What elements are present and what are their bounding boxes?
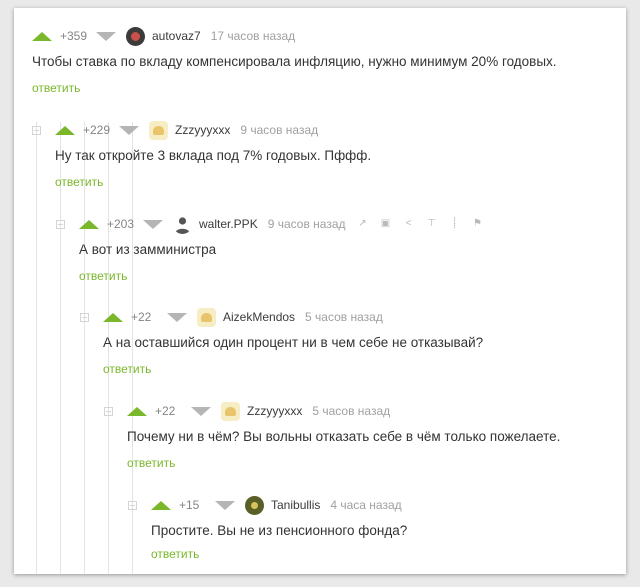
comment-time[interactable]: 5 часов назад: [305, 310, 383, 324]
collapse-toggle-icon[interactable]: [104, 406, 113, 416]
save-icon[interactable]: ▣: [381, 219, 391, 229]
collapse-toggle-icon[interactable]: [56, 219, 65, 229]
comment-text: Чтобы ставка по вкладу компенсировала ин…: [32, 54, 557, 69]
comment-rating: +22: [131, 310, 152, 324]
comment-author[interactable]: Zzzyyyxxx: [175, 123, 230, 137]
downvote-arrow-icon[interactable]: [167, 312, 187, 322]
comment-text: А на оставшийся один процент ни в чем се…: [103, 335, 484, 350]
comment-rating: +359: [60, 29, 88, 43]
share-icon[interactable]: <: [404, 219, 414, 229]
upvote-arrow-icon[interactable]: [55, 125, 75, 135]
downvote-arrow-icon[interactable]: [96, 31, 116, 41]
downvote-arrow-icon[interactable]: [191, 406, 211, 416]
comment-text: Ну так откройте 3 вклада под 7% годовых.…: [55, 148, 372, 163]
flag-icon[interactable]: ⸽: [450, 219, 460, 229]
link-icon[interactable]: ↗: [358, 219, 368, 229]
comment-author[interactable]: Tanibullis: [271, 498, 320, 512]
downvote-arrow-icon[interactable]: [215, 500, 235, 510]
comment-author[interactable]: AizekMendos: [223, 310, 295, 324]
thread-line: [60, 122, 61, 574]
upvote-arrow-icon[interactable]: [103, 312, 123, 322]
comment-time[interactable]: 4 часа назад: [330, 498, 401, 512]
comment-text: А вот из замминистра: [79, 242, 217, 257]
comment-time[interactable]: 5 часов назад: [312, 404, 390, 418]
comment-time[interactable]: 9 часов назад: [268, 217, 346, 231]
comment-author[interactable]: Zzzyyyxxx: [247, 404, 302, 418]
thread-line: [36, 122, 37, 574]
reply-link[interactable]: ответить: [55, 175, 103, 189]
thread-line: [84, 122, 85, 574]
comment-author[interactable]: walter.PPK: [199, 217, 258, 231]
avatar[interactable]: [126, 26, 145, 46]
reply-link[interactable]: ответить: [127, 456, 175, 470]
comment-time[interactable]: 17 часов назад: [211, 29, 295, 43]
comment-thread: +359 autovaz7 17 часов назад Чтобы ставк…: [14, 8, 626, 574]
upvote-arrow-icon[interactable]: [79, 219, 99, 229]
comment-text: Почему ни в чём? Вы вольны отказать себе…: [127, 429, 561, 444]
upvote-arrow-icon[interactable]: [32, 31, 52, 41]
comment-time[interactable]: 9 часов назад: [240, 123, 318, 137]
comment-rating: +203: [107, 217, 135, 231]
avatar[interactable]: [197, 307, 216, 327]
reply-link[interactable]: ответить: [79, 269, 127, 283]
report-flag-icon[interactable]: ⚑: [473, 219, 483, 229]
comment-author[interactable]: autovaz7: [152, 29, 201, 43]
avatar[interactable]: [149, 120, 168, 140]
upvote-arrow-icon[interactable]: [151, 500, 171, 510]
avatar[interactable]: [221, 401, 240, 421]
reply-link[interactable]: ответить: [32, 81, 80, 95]
avatar[interactable]: [245, 495, 264, 515]
downvote-arrow-icon[interactable]: [119, 125, 139, 135]
reply-link[interactable]: ответить: [103, 362, 151, 376]
comment-rating: +22: [155, 404, 176, 418]
reply-link[interactable]: ответить: [151, 547, 199, 561]
downvote-arrow-icon[interactable]: [143, 219, 163, 229]
comment-rating: +15: [179, 498, 200, 512]
comment-rating: +229: [83, 123, 111, 137]
pin-icon[interactable]: ⊤: [427, 219, 437, 229]
comment-text: Простите. Вы не из пенсионного фонда?: [151, 523, 408, 538]
collapse-toggle-icon[interactable]: [32, 125, 41, 135]
avatar[interactable]: [173, 215, 192, 234]
collapse-toggle-icon[interactable]: [128, 500, 137, 510]
upvote-arrow-icon[interactable]: [127, 406, 147, 416]
collapse-toggle-icon[interactable]: [80, 312, 89, 322]
